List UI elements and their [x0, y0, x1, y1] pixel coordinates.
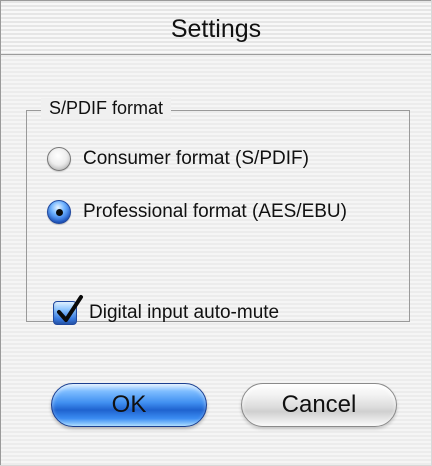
- radio-button-selected-icon[interactable]: [47, 200, 71, 224]
- radio-consumer-format-label: Consumer format (S/PDIF): [83, 148, 309, 169]
- auto-mute-label: Digital input auto-mute: [89, 302, 280, 323]
- ok-button[interactable]: OK: [51, 383, 207, 427]
- auto-mute-checkbox-row[interactable]: Digital input auto-mute: [53, 295, 280, 325]
- cancel-button[interactable]: Cancel: [241, 383, 397, 427]
- dialog-content: S/PDIF format Consumer format (S/PDIF) P…: [1, 55, 431, 465]
- spdif-format-group-label: S/PDIF format: [41, 98, 172, 119]
- radio-consumer-format[interactable]: Consumer format (S/PDIF): [47, 147, 309, 171]
- checkmark-icon: [57, 295, 83, 322]
- radio-professional-format-label: Professional format (AES/EBU): [83, 201, 347, 222]
- radio-professional-format[interactable]: Professional format (AES/EBU): [47, 200, 347, 224]
- radio-button-unselected-icon[interactable]: [47, 147, 71, 171]
- window-title: Settings: [170, 15, 262, 43]
- auto-mute-checkbox[interactable]: [53, 295, 83, 325]
- title-bar[interactable]: Settings: [1, 1, 431, 55]
- spdif-format-group: S/PDIF format Consumer format (S/PDIF) P…: [26, 98, 410, 322]
- settings-window: Settings S/PDIF format Consumer format (…: [0, 0, 431, 465]
